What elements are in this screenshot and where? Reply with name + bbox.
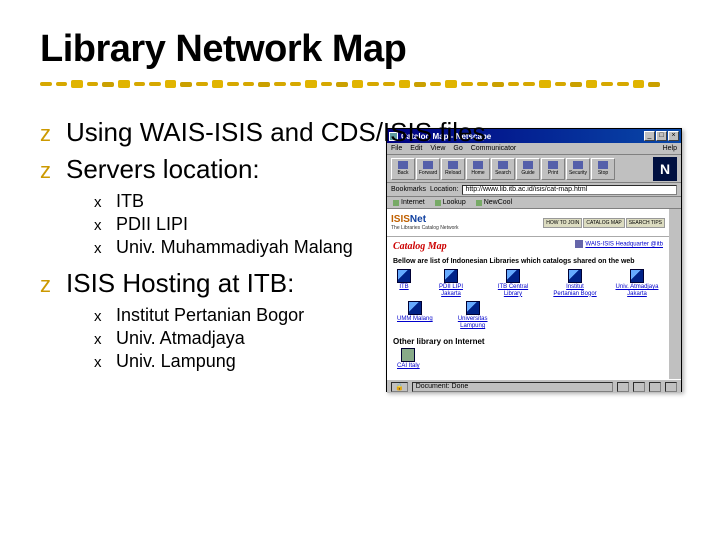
bullet-text: Univ. Atmadjaya	[116, 328, 245, 349]
bullet-l2: x Univ. Lampung	[94, 351, 680, 372]
bullet-l1: z ISIS Hosting at ITB:	[40, 268, 680, 299]
bullet-glyph: x	[94, 217, 116, 234]
status-pane	[649, 382, 661, 392]
slide: Library Network Map z Using WAIS-ISIS an…	[0, 0, 720, 540]
title-underline	[40, 79, 660, 89]
status-pane	[633, 382, 645, 392]
bullet-l2: x Institut Pertanian Bogor	[94, 305, 680, 326]
bullet-glyph: z	[40, 121, 66, 147]
bullet-l2: x ITB	[94, 191, 680, 212]
slide-title: Library Network Map	[40, 28, 680, 71]
status-pane	[665, 382, 677, 392]
bullet-text: ITB	[116, 191, 144, 212]
bullet-glyph: z	[40, 158, 66, 184]
status-text: Document: Done	[412, 382, 614, 392]
bullet-text: ISIS Hosting at ITB:	[66, 268, 294, 299]
status-bar: 🔒 Document: Done	[387, 379, 681, 393]
bullet-l2: x Univ. Atmadjaya	[94, 328, 680, 349]
bullet-glyph: x	[94, 354, 116, 371]
sub-bullets: x ITB x PDII LIPI x Univ. Muhammadiyah M…	[94, 191, 680, 258]
bullet-text: Univ. Muhammadiyah Malang	[116, 237, 353, 258]
bullet-glyph: x	[94, 240, 116, 257]
bullet-text: Using WAIS-ISIS and CDS/ISIS files	[66, 117, 486, 148]
security-indicator-icon: 🔒	[391, 382, 408, 392]
status-pane	[617, 382, 629, 392]
bullet-l2: x Univ. Muhammadiyah Malang	[94, 237, 680, 258]
bullet-text: Univ. Lampung	[116, 351, 236, 372]
bullet-l1: z Servers location:	[40, 154, 680, 185]
bullet-glyph: x	[94, 194, 116, 211]
slide-body: z Using WAIS-ISIS and CDS/ISIS files z S…	[40, 117, 680, 372]
bullet-glyph: x	[94, 308, 116, 325]
bullet-text: Institut Pertanian Bogor	[116, 305, 304, 326]
bullet-l1: z Using WAIS-ISIS and CDS/ISIS files	[40, 117, 680, 148]
bullet-l2: x PDII LIPI	[94, 214, 680, 235]
bullet-text: Servers location:	[66, 154, 260, 185]
bullet-glyph: x	[94, 331, 116, 348]
sub-bullets: x Institut Pertanian Bogor x Univ. Atmad…	[94, 305, 680, 372]
bullet-text: PDII LIPI	[116, 214, 188, 235]
bullet-glyph: z	[40, 272, 66, 298]
